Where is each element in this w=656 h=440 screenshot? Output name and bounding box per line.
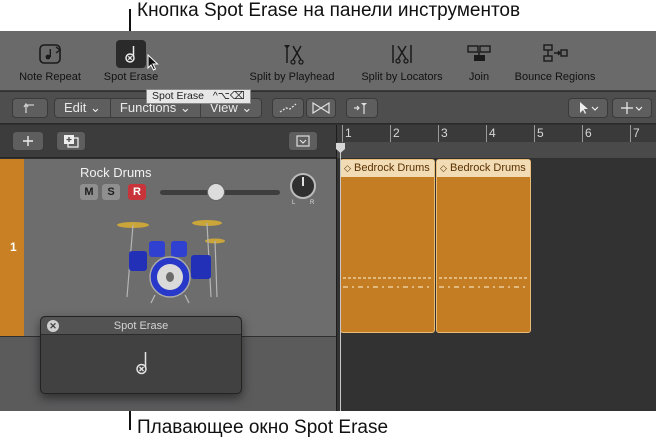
control-bar: Edit ⌄ Functions ⌄ View ⌄ [0, 92, 656, 124]
drum-kit-icon [117, 220, 225, 304]
ruler-tick [534, 125, 535, 142]
add-track-button[interactable] [12, 131, 44, 151]
toolbar: Note Repeat Spot Erase Split by Playhead… [0, 31, 656, 91]
spot-erase-icon [136, 352, 147, 375]
spot-erase-tooltip: Spot Erase ^⌥⌫ [146, 89, 251, 104]
ruler-tick [630, 125, 631, 142]
tracks-header [0, 125, 336, 158]
drum-pattern [343, 277, 432, 288]
crosshair-tool-menu[interactable] [612, 98, 652, 118]
tooltip-text: Spot Erase [152, 90, 204, 102]
logic-window: Note Repeat Spot Erase Split by Playhead… [0, 31, 656, 411]
bar-ruler[interactable]: 1 2 3 4 5 6 7 [337, 125, 656, 158]
ruler-bar-number: 2 [393, 126, 400, 140]
track-number: 1 [0, 159, 24, 336]
region-bedrock-drums[interactable]: ◇ Bedrock Drums [436, 159, 531, 333]
ruler-bar-number: 3 [441, 126, 448, 140]
region-name: Bedrock Drums [353, 162, 430, 174]
join-icon [467, 45, 491, 61]
track-header-rock-drums[interactable]: 1 Rock Drums M S R L R [0, 159, 336, 336]
ruler-bar-number: 6 [585, 126, 592, 140]
volume-slider-knob[interactable] [207, 183, 226, 201]
track-number-label: 1 [10, 240, 17, 254]
mouse-cursor-icon [147, 54, 159, 71]
plus-icon [23, 136, 33, 146]
pan-right-label: R [310, 200, 315, 206]
spot-erase-floating-window[interactable]: ✕ Spot Erase [40, 316, 242, 394]
back-button[interactable] [12, 98, 48, 118]
split-playhead-button[interactable]: Split by Playhead [244, 39, 340, 83]
ruler-bar-number: 7 [633, 126, 640, 140]
ruler-bar-number: 4 [489, 126, 496, 140]
split-locators-button[interactable]: Split by Locators [354, 39, 450, 83]
automation-icon [279, 103, 297, 113]
tooltip-shortcut: ^⌥⌫ [212, 90, 245, 102]
ruler-tick [390, 125, 391, 142]
ruler-tick [342, 125, 343, 142]
pointer-icon [580, 102, 599, 114]
global-tracks-button[interactable] [288, 131, 318, 151]
pan-left-label: L [292, 200, 296, 206]
ruler-cycle-area[interactable] [337, 142, 656, 158]
bounce-regions-label: Bounce Regions [514, 71, 596, 83]
region-loop-icon: ◇ [440, 163, 447, 173]
join-button[interactable]: Join [458, 39, 500, 83]
bounce-regions-icon [543, 44, 568, 62]
duplicate-track-icon [64, 135, 79, 148]
global-tracks-icon [296, 135, 310, 147]
catch-button[interactable] [346, 98, 378, 118]
playhead[interactable] [336, 143, 345, 411]
split-locators-label: Split by Locators [361, 71, 443, 83]
catch-icon [354, 103, 367, 114]
pointer-tool-menu[interactable] [568, 98, 608, 118]
spot-erase-icon [125, 46, 135, 63]
ruler-tick [582, 125, 583, 142]
ruler-tick [438, 125, 439, 142]
header-divider[interactable] [336, 125, 337, 411]
drum-pattern [439, 277, 528, 288]
callout-floating-window: Плавающее окно Spot Erase [137, 417, 389, 438]
spot-erase-label: Spot Erase [103, 71, 159, 83]
crosshair-icon [621, 102, 643, 114]
ruler-bar-number: 1 [345, 126, 352, 140]
split-playhead-label: Split by Playhead [249, 71, 335, 83]
mute-button[interactable]: M [80, 184, 98, 200]
region-bedrock-drums[interactable]: ◇ Bedrock Drums [340, 159, 435, 333]
flex-icon [312, 102, 330, 114]
bounce-regions-button[interactable]: Bounce Regions [508, 39, 602, 83]
note-repeat-label: Note Repeat [19, 71, 81, 83]
flex-button[interactable] [306, 98, 336, 118]
region-loop-icon: ◇ [344, 163, 351, 173]
region-header[interactable]: ◇ Bedrock Drums [437, 160, 530, 177]
split-locators-icon [392, 45, 412, 64]
floating-window-titlebar[interactable]: ✕ Spot Erase [41, 317, 241, 335]
note-repeat-button[interactable]: Note Repeat [14, 39, 86, 83]
note-repeat-icon [39, 44, 62, 64]
close-icon[interactable]: ✕ [47, 320, 59, 332]
region-header[interactable]: ◇ Bedrock Drums [341, 160, 434, 177]
back-arrow-icon [23, 102, 34, 113]
split-playhead-icon [284, 45, 304, 65]
floating-spot-erase-button[interactable] [129, 348, 155, 380]
menu-edit[interactable]: Edit ⌄ [55, 99, 111, 117]
callout-toolbar-button: Кнопка Spot Erase на панели инструментов [137, 0, 521, 21]
region-name: Bedrock Drums [449, 162, 526, 174]
duplicate-track-button[interactable] [56, 131, 86, 151]
join-label: Join [468, 71, 490, 83]
solo-button[interactable]: S [102, 184, 120, 200]
floating-window-title: Spot Erase [113, 320, 169, 332]
ruler-bar-number: 5 [537, 126, 544, 140]
menu-edit-label: Edit [64, 100, 87, 115]
automation-button[interactable] [272, 98, 304, 118]
ruler-tick [486, 125, 487, 142]
pan-knob[interactable] [290, 173, 316, 199]
track-name[interactable]: Rock Drums [80, 165, 152, 180]
record-enable-button[interactable]: R [128, 184, 146, 200]
